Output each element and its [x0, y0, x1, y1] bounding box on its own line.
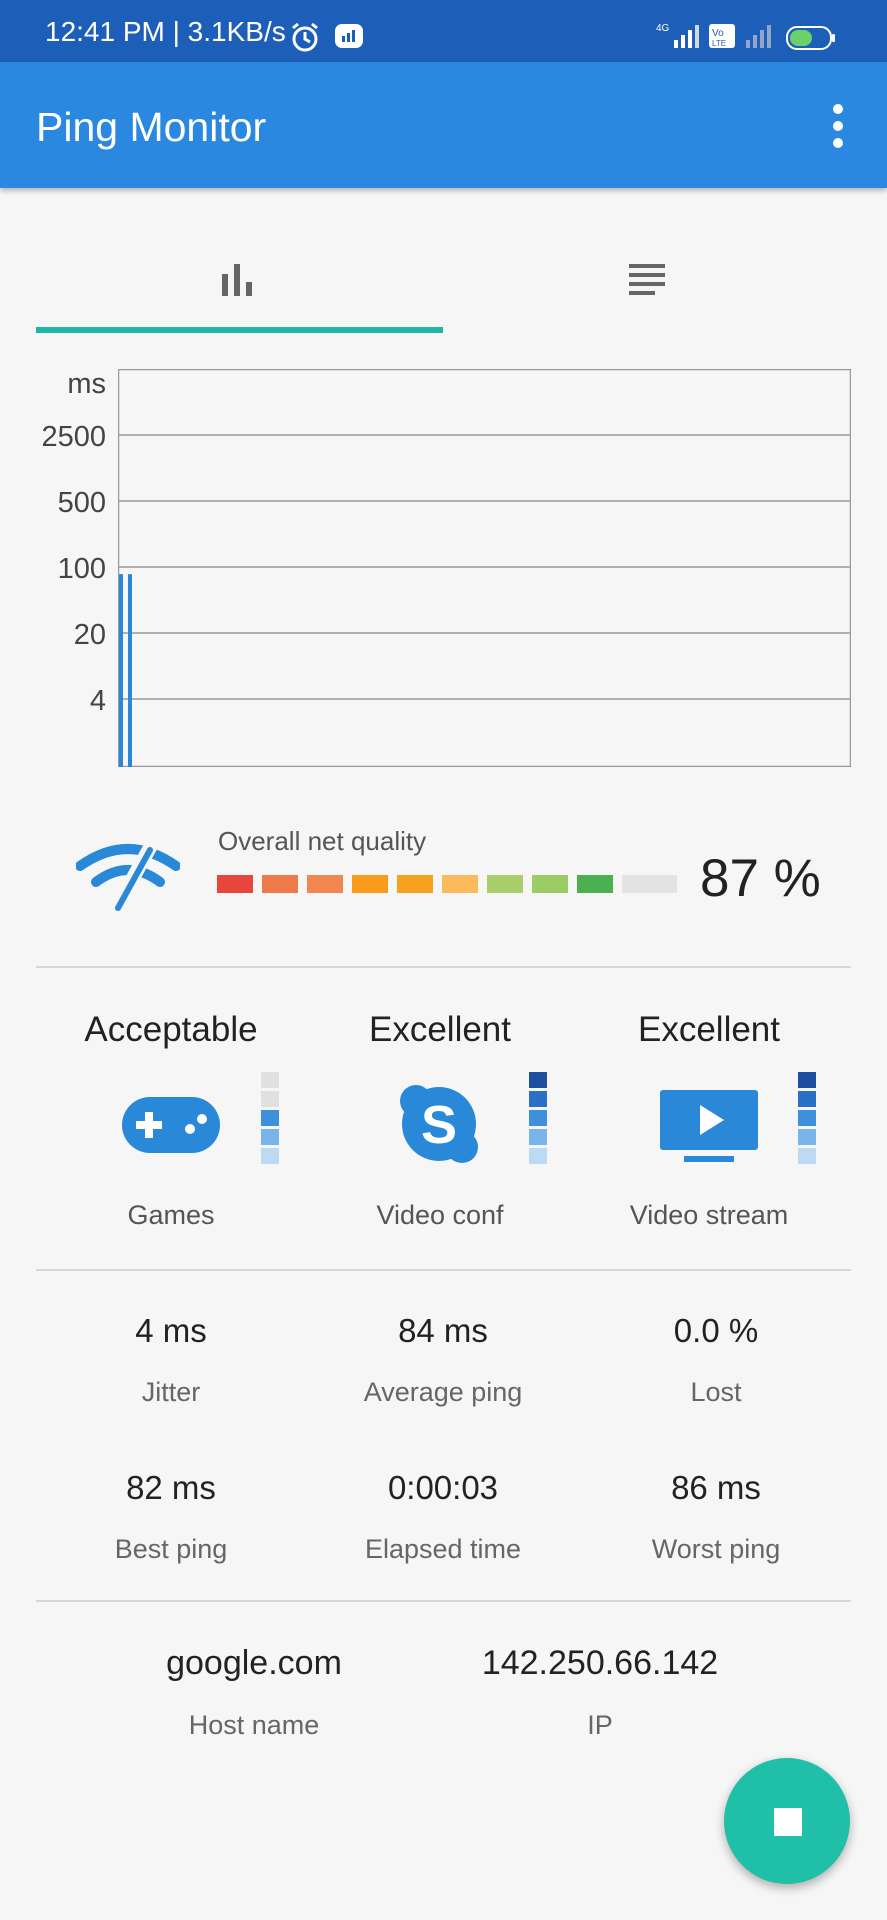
quality-segment: [622, 875, 677, 893]
status-time-speed: 12:41 PM | 3.1KB/s: [45, 16, 286, 47]
ping-bar: [128, 574, 132, 767]
svg-text:4G: 4G: [656, 23, 670, 34]
rating-level-cell: [529, 1110, 547, 1126]
more-options-button[interactable]: [818, 100, 858, 152]
best-ping-value: 82 ms: [126, 1469, 216, 1506]
tab-list[interactable]: [443, 230, 843, 330]
worst-ping-label: Worst ping: [651, 1534, 781, 1564]
net-quality-label: Overall net quality: [218, 826, 427, 856]
elapsed-time-value: 0:00:03: [387, 1469, 499, 1506]
more-vert-icon: [833, 104, 843, 114]
quality-segment: [487, 875, 523, 893]
divider: [36, 966, 851, 968]
jitter-label: Jitter: [141, 1377, 201, 1407]
battery-icon: [786, 26, 835, 50]
worst-ping-value: 86 ms: [671, 1469, 761, 1506]
y-tick-label: 20: [73, 619, 106, 651]
video-stream-caption: Video stream: [629, 1200, 789, 1230]
average-ping-value: 84 ms: [398, 1312, 488, 1349]
divider: [36, 1269, 851, 1271]
host-name-label: Host name: [188, 1710, 320, 1740]
volte-signal-icon: Vo LTE: [709, 24, 771, 48]
lost-value: 0.0 %: [673, 1312, 759, 1349]
app-title: Ping Monitor: [36, 104, 267, 150]
rating-level-cell: [798, 1091, 816, 1107]
tv-play-icon: [660, 1090, 758, 1162]
y-tick-label: 500: [57, 487, 106, 519]
stop-icon: [774, 1808, 802, 1836]
ip-label: IP: [587, 1710, 613, 1740]
y-tick-label: 4: [89, 685, 106, 717]
ping-chart: [118, 369, 851, 767]
skype-icon: S: [400, 1085, 478, 1163]
rating-level-cell: [529, 1148, 547, 1164]
rating-level-cell: [798, 1148, 816, 1164]
rating-level-cell: [261, 1129, 279, 1145]
lost-label: Lost: [690, 1377, 742, 1407]
bar-chart-icon: [222, 264, 252, 296]
quality-segment: [532, 875, 568, 893]
video-conf-caption: Video conf: [376, 1200, 504, 1230]
data-saver-icon: [335, 24, 363, 48]
y-tick-label: 100: [57, 553, 106, 585]
ping-bar: [119, 574, 123, 767]
quality-segment: [352, 875, 388, 893]
video-stream-rating-title: Excellent: [637, 1010, 781, 1049]
video-conf-rating-title: Excellent: [368, 1010, 512, 1049]
rating-level-cell: [261, 1072, 279, 1088]
average-ping-label: Average ping: [363, 1377, 523, 1407]
rating-level-cell: [261, 1110, 279, 1126]
tab-indicator: [36, 327, 443, 333]
net-quality-icon: [76, 840, 180, 912]
rating-level-cell: [529, 1129, 547, 1145]
quality-segment: [397, 875, 433, 893]
jitter-value: 4 ms: [135, 1312, 207, 1349]
stop-button[interactable]: [724, 1758, 850, 1884]
divider: [36, 1600, 851, 1602]
elapsed-time-label: Elapsed time: [364, 1534, 522, 1564]
signal-4g-icon: 4G: [656, 23, 699, 48]
status-bar: 12:41 PM | 3.1KB/s 4G Vo LTE: [0, 0, 887, 62]
quality-segment: [262, 875, 298, 893]
games-caption: Games: [127, 1200, 215, 1230]
svg-text:LTE: LTE: [712, 39, 726, 48]
rating-level-cell: [798, 1129, 816, 1145]
quality-segment: [577, 875, 613, 893]
rating-level-cell: [529, 1072, 547, 1088]
net-quality-value: 87 %: [700, 849, 821, 908]
games-rating-title: Acceptable: [84, 1010, 258, 1049]
rating-level-cell: [798, 1110, 816, 1126]
list-icon: [629, 264, 665, 295]
quality-segment: [217, 875, 253, 893]
y-axis-unit-label: ms: [67, 368, 106, 400]
chart-frame: [118, 369, 851, 767]
rating-level-cell: [529, 1091, 547, 1107]
best-ping-label: Best ping: [114, 1534, 228, 1564]
app-bar: Ping Monitor: [0, 62, 887, 188]
quality-segment: [307, 875, 343, 893]
tab-chart[interactable]: [36, 230, 436, 330]
svg-text:Vo: Vo: [712, 28, 724, 39]
quality-segment: [442, 875, 478, 893]
alarm-icon: [292, 22, 318, 52]
rating-level-cell: [261, 1091, 279, 1107]
svg-text:S: S: [421, 1095, 457, 1155]
rating-level-cell: [798, 1072, 816, 1088]
rating-level-cell: [261, 1148, 279, 1164]
gamepad-icon: [122, 1097, 220, 1153]
ip-value: 142.250.66.142: [481, 1644, 719, 1682]
host-name-value: google.com: [166, 1644, 342, 1682]
y-tick-label: 2500: [41, 421, 106, 453]
